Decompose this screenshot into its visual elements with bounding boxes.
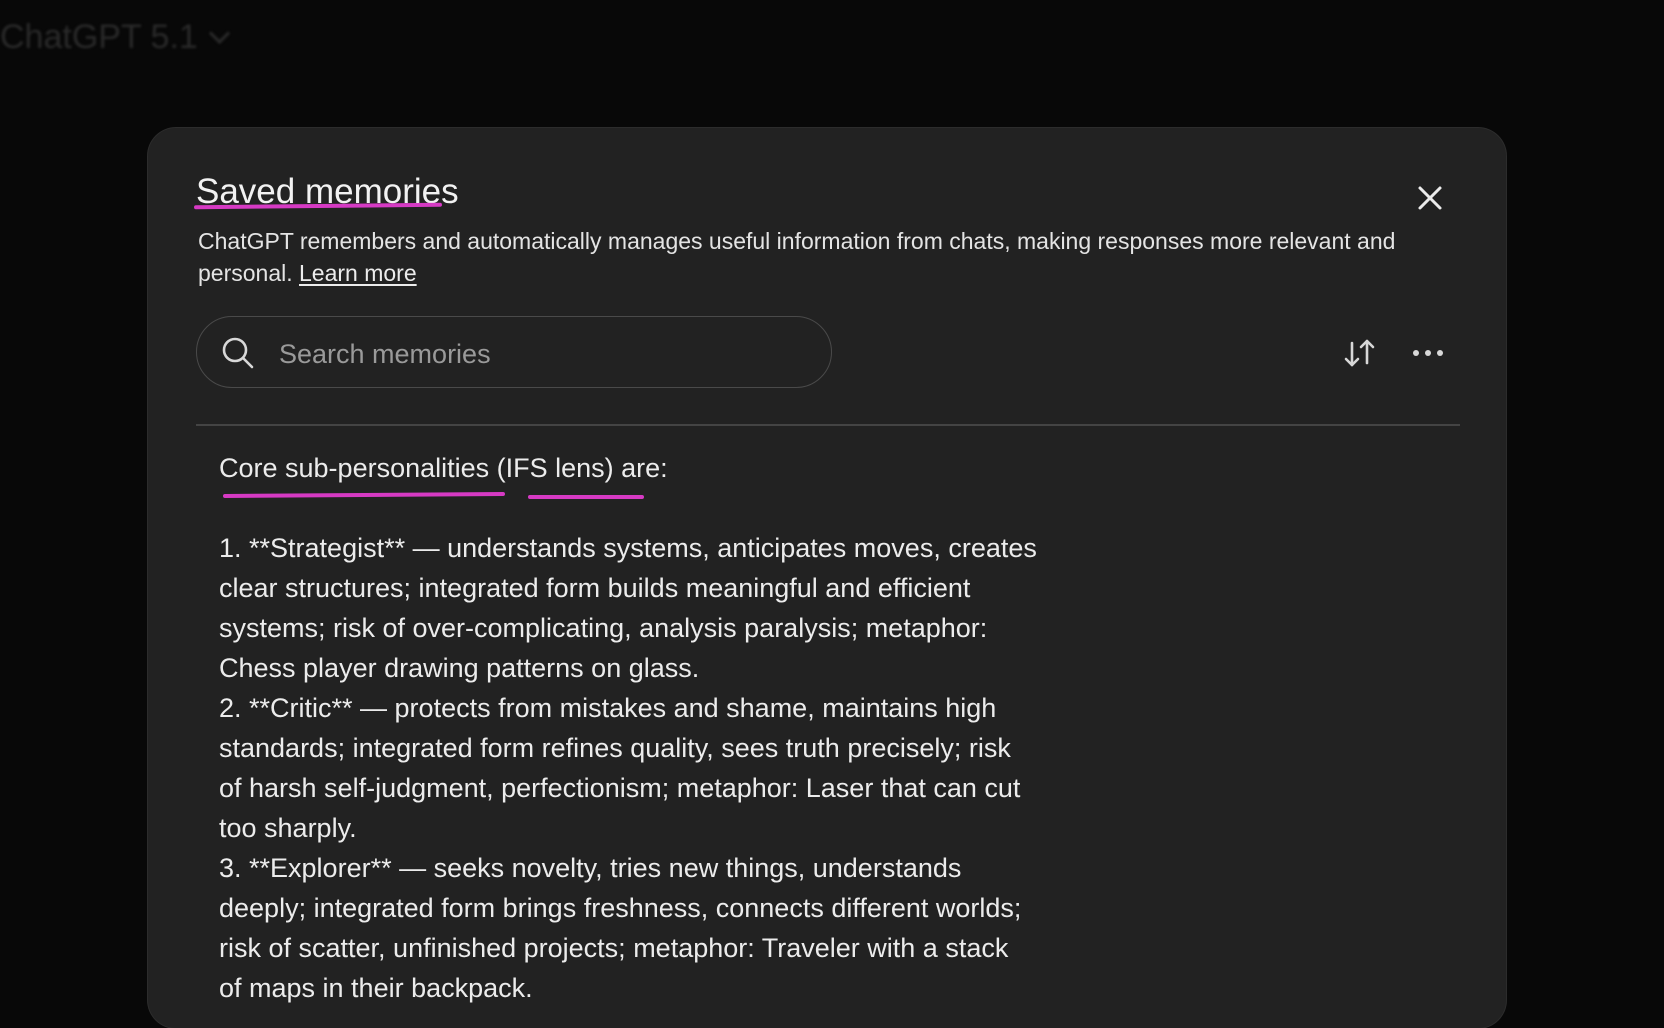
memory-line: of maps in their backpack.: [219, 973, 533, 1003]
learn-more-link[interactable]: Learn more: [299, 260, 417, 286]
memory-line: 3. **Explorer** — seeks novelty, tries n…: [219, 853, 962, 883]
memory-line: 1. **Strategist** — understands systems,…: [219, 533, 1037, 563]
memory-line: 2. **Critic** — protects from mistakes a…: [219, 693, 997, 723]
search-input[interactable]: [277, 331, 801, 377]
model-name: ChatGPT 5.1: [0, 18, 198, 56]
saved-memories-dialog: Saved memories ChatGPT remembers and aut…: [148, 128, 1506, 1028]
search-icon: [222, 337, 254, 369]
search-field[interactable]: [196, 316, 832, 388]
memory-line: too sharply.: [219, 813, 357, 843]
sort-icon[interactable]: [1340, 333, 1380, 373]
header-divider: [196, 424, 1460, 426]
dialog-description: ChatGPT remembers and automatically mana…: [198, 225, 1428, 289]
memory-line: systems; risk of over-complicating, anal…: [219, 613, 988, 643]
memory-line: Chess player drawing patterns on glass.: [219, 653, 700, 683]
more-horizontal-icon[interactable]: [1408, 333, 1448, 373]
memory-line: deeply; integrated form brings freshness…: [219, 893, 1022, 923]
close-icon[interactable]: [1410, 178, 1450, 218]
memory-line: clear structures; integrated form builds…: [219, 573, 971, 603]
heading-highlight-mark-2: [528, 495, 644, 499]
heading-highlight-mark-1: [222, 492, 506, 498]
memory-line: standards; integrated form refines quali…: [219, 733, 1011, 763]
memory-line: of harsh self-judgment, perfectionism; m…: [219, 773, 1021, 803]
memory-heading: Core sub-personalities (IFS lens) are:: [219, 453, 668, 483]
model-selector[interactable]: ChatGPT 5.1: [0, 18, 230, 57]
memory-item[interactable]: Core sub-personalities (IFS lens) are: 1…: [219, 448, 1119, 1008]
memory-line: risk of scatter, unfinished projects; me…: [219, 933, 1009, 963]
chevron-down-icon: [208, 22, 230, 45]
